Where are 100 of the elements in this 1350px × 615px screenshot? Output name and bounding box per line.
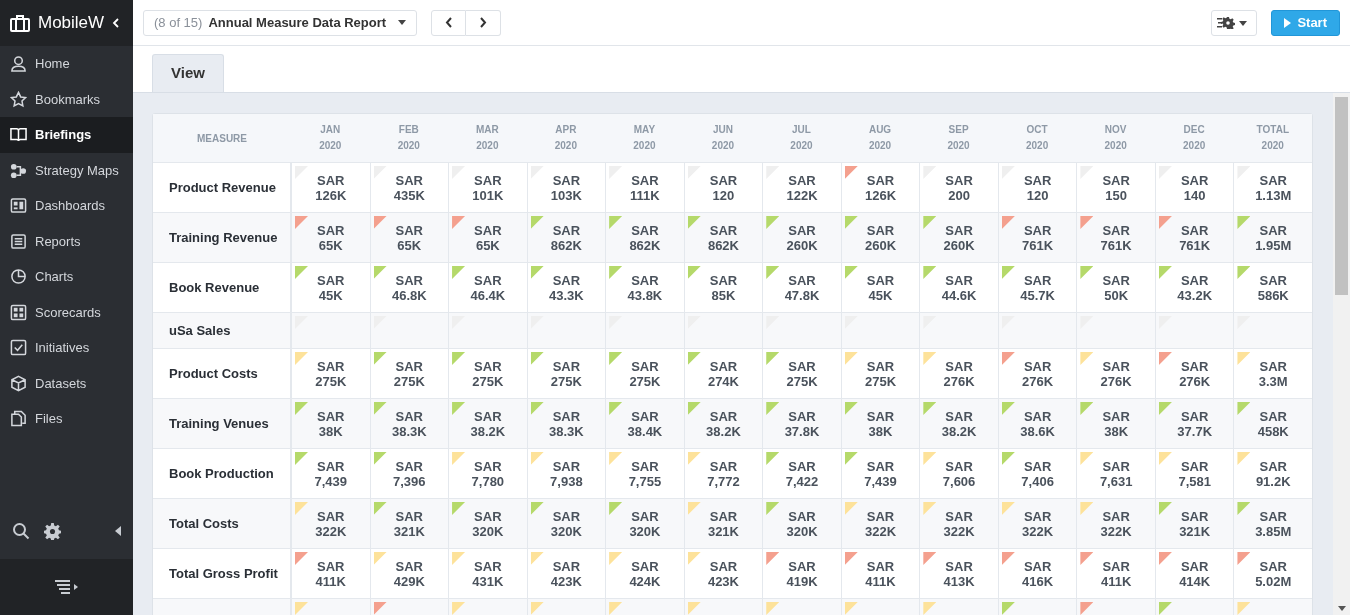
- measure-name: Training Venues: [153, 399, 291, 449]
- column-header: JUL 2020: [790, 123, 813, 153]
- column-header: NOV 2020: [1104, 123, 1127, 153]
- cell-value: SAR 7,606: [942, 458, 976, 489]
- sidebar-item[interactable]: Datasets: [0, 365, 133, 401]
- cell-value: SAR 320K: [550, 508, 582, 539]
- checkbox-icon: [10, 339, 27, 357]
- cell-value: SAR 45.7K: [1020, 272, 1055, 303]
- sidebar-item[interactable]: Dashboards: [0, 188, 133, 224]
- sidebar-item[interactable]: Initiatives: [0, 330, 133, 366]
- sidebar-item[interactable]: Scorecards: [0, 294, 133, 330]
- app-title: MobileW: [38, 12, 105, 35]
- cell-value: SAR 276K: [943, 358, 975, 389]
- cell-value: SAR 43.8K: [627, 272, 663, 303]
- cell-value: SAR 431K: [472, 558, 504, 589]
- sidebar-item[interactable]: Bookmarks: [0, 81, 133, 117]
- cell-value: SAR 458K: [1257, 408, 1289, 439]
- cell-value: SAR 103K: [550, 172, 582, 203]
- menu-icon[interactable]: [54, 580, 79, 594]
- next-button[interactable]: [466, 9, 502, 36]
- cell-value: SAR 7,631: [1099, 458, 1133, 489]
- caret-icon: [398, 20, 407, 25]
- search-icon[interactable]: [12, 522, 30, 540]
- briefcase-icon: [10, 14, 30, 32]
- column-header: JUN 2020: [711, 123, 735, 153]
- sidebar-item[interactable]: Charts: [0, 259, 133, 295]
- cell-value: SAR 862K: [550, 222, 582, 253]
- cell-value: SAR 38.6K: [1020, 408, 1055, 439]
- scroll-down-icon[interactable]: [1337, 606, 1346, 611]
- settings-menu-button[interactable]: [1211, 9, 1258, 36]
- cell-value: SAR 275K: [629, 358, 661, 389]
- measure-name: Total Costs: [153, 499, 291, 549]
- pie-chart-icon: [10, 268, 27, 286]
- cell-value: SAR 47.8K: [784, 272, 820, 303]
- column-header: TOTAL 2020: [1256, 123, 1289, 153]
- map-nodes-icon: [10, 161, 27, 179]
- cell-value: SAR 274K: [707, 358, 739, 389]
- cell-value: SAR 7,755: [628, 458, 662, 489]
- report-dropdown[interactable]: (8 of 15) Annual Measure Data Report: [143, 9, 418, 36]
- scrollbar[interactable]: [1333, 93, 1350, 615]
- chevron-left-icon: [445, 17, 453, 28]
- cell-value: SAR 761K: [1179, 222, 1211, 253]
- cell-value: SAR 276K: [1100, 358, 1132, 389]
- cell-value: SAR 45K: [866, 272, 895, 303]
- cell-value: SAR 38K: [866, 408, 895, 439]
- cell-value: SAR 423K: [707, 558, 739, 589]
- cell-value: SAR 761K: [1022, 222, 1054, 253]
- sidebar-item[interactable]: Home: [0, 46, 133, 82]
- cell-value: SAR 862K: [629, 222, 661, 253]
- cell-value: SAR 38.3K: [549, 408, 584, 439]
- cell-value: SAR 260K: [865, 222, 897, 253]
- cell-value: SAR 761K: [1100, 222, 1132, 253]
- cell-value: SAR 413K: [943, 558, 975, 589]
- cell-value: SAR 46.8K: [391, 272, 427, 303]
- column-header: FEB 2020: [397, 123, 420, 153]
- cell-value: SAR 321K: [1179, 508, 1211, 539]
- cell-value: SAR 7,780: [471, 458, 505, 489]
- files-icon: [10, 410, 27, 428]
- report-icon: [10, 232, 27, 250]
- cell-value: SAR 429K: [393, 558, 425, 589]
- cell-value: SAR 43.2K: [1177, 272, 1213, 303]
- sidebar-item[interactable]: Reports: [0, 223, 133, 259]
- scrollbar-thumb[interactable]: [1335, 97, 1348, 295]
- column-header: MAR 2020: [475, 123, 499, 153]
- play-icon: [1284, 17, 1292, 28]
- collapse-icon[interactable]: [115, 526, 121, 536]
- sidebar-item[interactable]: Files: [0, 401, 133, 437]
- column-header: SEP 2020: [947, 123, 970, 153]
- dashboard-icon: [10, 197, 27, 215]
- cell-value: SAR 38.2K: [470, 408, 506, 439]
- column-header: MEASURE: [153, 114, 291, 163]
- cell-value: SAR 7,422: [785, 458, 819, 489]
- cell-value: SAR 37.7K: [1177, 408, 1213, 439]
- scorecard-icon: [10, 303, 27, 321]
- cell-value: SAR 7,938: [550, 458, 583, 489]
- cell-value: SAR 586K: [1257, 272, 1289, 303]
- cell-value: SAR 1.95M: [1255, 222, 1292, 253]
- sidebar-item[interactable]: Strategy Maps: [0, 152, 133, 188]
- settings-icon[interactable]: [44, 522, 61, 540]
- cell-value: SAR 7,581: [1178, 458, 1211, 489]
- cell-value: SAR 320K: [786, 508, 818, 539]
- sidebar-item[interactable]: Briefings: [0, 117, 133, 153]
- tab[interactable]: View: [152, 54, 224, 92]
- cell-value: SAR 321K: [707, 508, 739, 539]
- cell-value: SAR 322K: [943, 508, 975, 539]
- cell-value: SAR 38.2K: [941, 408, 977, 439]
- collapse-icon[interactable]: [112, 18, 120, 28]
- cell-value: SAR 416K: [1022, 558, 1054, 589]
- cell-value: SAR 321K: [393, 508, 425, 539]
- cell-value: SAR 38K: [1102, 408, 1130, 439]
- star-icon: [10, 90, 27, 108]
- cell-value: SAR 275K: [865, 358, 897, 389]
- cell-value: SAR 111K: [630, 172, 660, 203]
- cell-value: SAR 411K: [1100, 558, 1132, 589]
- previous-button[interactable]: [431, 9, 467, 36]
- cell-value: SAR 276K: [1179, 358, 1211, 389]
- cell-value: SAR 862K: [707, 222, 739, 253]
- cell-value: SAR 7,396: [393, 458, 426, 489]
- column-header: MAY 2020: [633, 123, 656, 153]
- column-header: DEC 2020: [1183, 123, 1206, 153]
